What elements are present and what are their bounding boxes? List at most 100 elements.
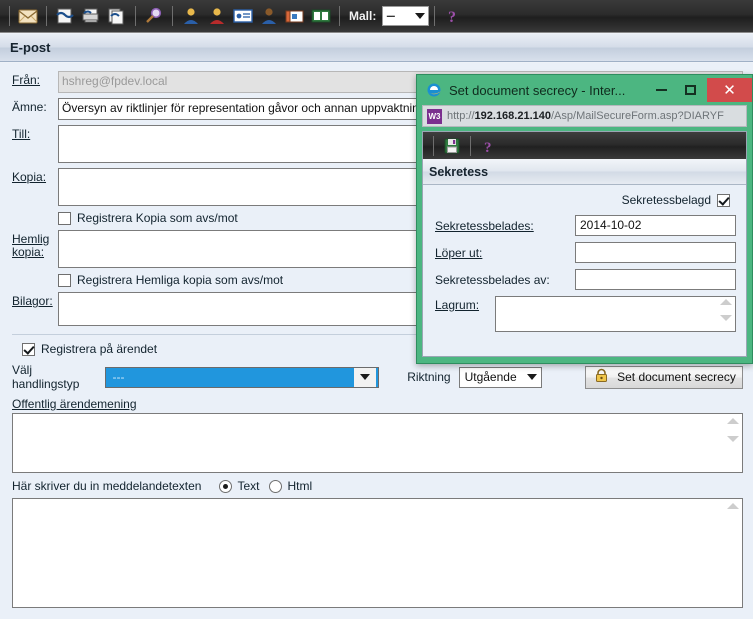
lock-icon [594, 368, 609, 386]
message-format-row: Här skriver du in meddelandetexten Text … [12, 479, 743, 493]
document-link-icon[interactable] [54, 5, 76, 27]
meddelande-label: Här skriver du in meddelandetexten [12, 479, 202, 493]
sekretessbelagd-label: Sekretessbelagd [621, 193, 711, 207]
sekretessbelades-input[interactable]: 2014-10-02 [575, 215, 736, 236]
sekretessbelades-av-label: Sekretessbelades av: [435, 272, 550, 287]
sekretessbelagd-row[interactable]: Sekretessbelagd [435, 193, 736, 207]
format-text-label: Text [237, 479, 260, 493]
search-icon[interactable] [143, 5, 165, 27]
chevron-down-icon [527, 374, 538, 380]
hemlig-kopia-label-line2: kopia: [12, 245, 45, 259]
contact-card-icon[interactable] [232, 5, 254, 27]
set-document-secrecy-label: Set document secrecy [617, 370, 736, 384]
sekretessbelades-av-input[interactable] [575, 269, 736, 290]
minimize-icon[interactable] [647, 79, 676, 101]
scroll-spinner[interactable] [719, 299, 733, 321]
svg-text:?: ? [448, 9, 456, 25]
url-prefix: http:// [447, 110, 475, 122]
user-avatar-icon[interactable] [258, 5, 280, 27]
svg-text:?: ? [484, 140, 492, 154]
dialog-section-title: Sekretess [423, 159, 746, 185]
dialog-body: ? Sekretess Sekretessbelagd Sekretessbel… [422, 131, 747, 357]
chevron-down-icon [415, 13, 426, 19]
format-html-radio[interactable] [269, 479, 283, 493]
format-text-radio[interactable] [219, 479, 233, 493]
url-host: 192.168.21.140 [474, 110, 551, 122]
loper-ut-input[interactable] [575, 242, 736, 263]
valj-handlingstyp-label: Välj handlingstyp [12, 363, 80, 391]
mail-icon[interactable] [17, 5, 39, 27]
fran-label: Från: [12, 73, 41, 87]
message-body-textarea[interactable] [12, 498, 743, 608]
help-question-icon[interactable]: ? [442, 5, 464, 27]
mall-select[interactable]: --- [382, 6, 430, 26]
url-path: /Asp/MailSecureForm.asp?DIARYF [551, 110, 724, 122]
registrera-arendet-checkbox[interactable] [22, 342, 35, 356]
scroll-spinner[interactable] [726, 418, 740, 442]
cards-stack-icon[interactable] [284, 5, 306, 27]
mall-select-value: --- [386, 10, 395, 22]
w3-page-icon: W3 [427, 108, 442, 124]
sekretessbelades-row: Sekretessbelades: 2014-10-02 [435, 215, 736, 236]
offentlig-arendemening-label: Offentlig ärendemening [12, 397, 137, 411]
lagrum-textarea[interactable] [495, 296, 736, 332]
lagrum-label: Lagrum: [435, 298, 480, 312]
maximize-icon[interactable] [676, 79, 705, 101]
page-title: E-post [10, 40, 51, 55]
address-bar[interactable]: W3 http:// 192.168.21.140 /Asp/MailSecur… [422, 105, 747, 127]
riktning-label: Riktning [407, 370, 451, 384]
user-red-icon[interactable] [206, 5, 228, 27]
registrera-hemlig-kopia-label: Registrera Hemliga kopia som avs/mot [77, 273, 284, 287]
dialog-fields: Sekretessbelagd Sekretessbelades: 2014-1… [423, 185, 746, 356]
dialog-title-bar[interactable]: Set document secrecy - Inter... ✕ [417, 75, 752, 105]
chevron-down-icon[interactable] [727, 436, 739, 442]
toolbar-separator [470, 135, 471, 156]
toolbar-separator [339, 6, 340, 26]
close-icon[interactable]: ✕ [707, 78, 752, 102]
chevron-down-icon[interactable] [720, 315, 732, 321]
sekretessbelades-av-row: Sekretessbelades av: [435, 269, 736, 290]
registrera-arendet-label: Registrera på ärendet [41, 342, 158, 356]
toolbar-separator [434, 6, 436, 26]
mall-label: Mall: [349, 9, 377, 23]
hemlig-kopia-label: Hemlig kopia: [12, 230, 58, 259]
chevron-up-icon[interactable] [720, 299, 732, 305]
sekretessbelades-label: Sekretessbelades: [435, 218, 534, 233]
amne-label: Ämne: [12, 100, 47, 114]
format-html-label: Html [287, 479, 313, 493]
dialog-toolbar: ? [423, 132, 746, 159]
set-document-secrecy-dialog: Set document secrecy - Inter... ✕ W3 htt… [416, 74, 753, 364]
toolbar-separator [46, 6, 47, 26]
offentlig-arendemening-textarea[interactable] [12, 413, 743, 473]
chevron-down-icon [354, 367, 377, 387]
scroll-spinner[interactable] [726, 503, 740, 509]
toolbar-separator [172, 6, 173, 26]
help-question-icon[interactable]: ? [478, 135, 500, 157]
set-document-secrecy-button[interactable]: Set document secrecy [585, 365, 743, 389]
book-icon[interactable] [310, 5, 332, 27]
loper-ut-row: Löper ut: [435, 242, 736, 263]
documents-copy-icon[interactable] [106, 5, 128, 27]
bilagor-label: Bilagor: [12, 294, 53, 308]
kopia-label: Kopia: [12, 170, 47, 184]
till-label: Till: [12, 127, 31, 141]
document-print-icon[interactable] [80, 5, 102, 27]
dialog-title: Set document secrecy - Inter... [449, 82, 626, 98]
registrera-kopia-checkbox[interactable] [58, 211, 71, 225]
sekretessbelagd-checkbox[interactable] [717, 193, 730, 207]
lagrum-row: Lagrum: [435, 296, 736, 332]
registrera-hemlig-kopia-checkbox[interactable] [58, 273, 71, 287]
riktning-value: Utgående [464, 370, 517, 384]
main-toolbar: Mall: --- ? [0, 0, 753, 33]
user-blue-icon[interactable] [180, 5, 202, 27]
valj-handlingstyp-select[interactable]: --- [105, 366, 380, 388]
save-floppy-icon[interactable] [441, 135, 463, 157]
toolbar-separator [433, 135, 434, 156]
chevron-up-icon[interactable] [727, 418, 739, 424]
handlingstyp-row: Välj handlingstyp --- Riktning Utgående … [12, 363, 743, 391]
chevron-up-icon[interactable] [727, 503, 739, 509]
loper-ut-label: Löper ut: [435, 245, 483, 260]
toolbar-separator [135, 6, 136, 26]
internet-explorer-icon [425, 81, 443, 99]
riktning-select[interactable]: Utgående [458, 366, 543, 388]
